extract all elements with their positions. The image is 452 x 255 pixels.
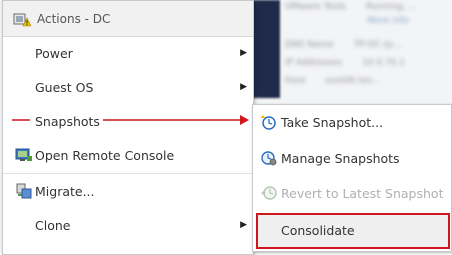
menu-item-label: Power: [35, 45, 73, 61]
menu-item-snapshots[interactable]: Snapshots ▶: [3, 104, 253, 138]
snapshots-submenu: Take Snapshot... Manage Snapshots Revert…: [252, 104, 452, 252]
submenu-item-consolidate[interactable]: Consolidate: [256, 213, 450, 249]
revert-snapshot-icon: [260, 185, 278, 201]
menu-item-open-remote-console[interactable]: Open Remote Console: [3, 138, 253, 172]
submenu-item-label: Take Snapshot...: [281, 114, 384, 130]
menu-item-guest-os[interactable]: Guest OS ▶: [3, 70, 253, 104]
bg-row: More info: [367, 16, 410, 26]
submenu-item-label: Manage Snapshots: [281, 150, 400, 166]
menu-header-title: Actions - DC: [37, 11, 111, 26]
remote-console-icon: [15, 147, 33, 163]
submenu-item-label: Revert to Latest Snapshot: [281, 185, 444, 201]
submenu-item-manage-snapshots[interactable]: Manage Snapshots: [253, 141, 451, 175]
menu-item-migrate[interactable]: Migrate...: [3, 174, 253, 208]
actions-menu: Actions - DC Power ▶ Guest OS ▶ Snapshot…: [2, 0, 254, 255]
submenu-item-label: Consolidate: [281, 223, 355, 238]
bg-row: VMware Tools Running, ...: [285, 2, 418, 12]
menu-item-power[interactable]: Power ▶: [3, 36, 253, 70]
menu-item-label: Clone: [35, 217, 71, 233]
menu-header: Actions - DC: [3, 1, 253, 37]
submenu-arrow-icon: ▶: [240, 220, 247, 230]
menu-item-label: Snapshots: [35, 113, 100, 129]
submenu-item-take-snapshot[interactable]: Take Snapshot...: [253, 105, 451, 139]
submenu-arrow-icon: ▶: [240, 82, 247, 92]
menu-item-label: Migrate...: [35, 183, 95, 199]
submenu-item-revert-to-latest-snapshot: Revert to Latest Snapshot: [253, 176, 451, 210]
background-details: VMware Tools Running, ... More info DNS N…: [285, 0, 452, 98]
bg-row: DNS Name TP-DC.tp...: [285, 40, 402, 50]
submenu-arrow-icon: ▶: [240, 116, 247, 126]
bg-row: IP Addresses 10.0.70.1: [285, 58, 405, 68]
take-snapshot-icon: [260, 114, 278, 130]
menu-item-label: Open Remote Console: [35, 147, 175, 163]
submenu-arrow-icon: ▶: [240, 48, 247, 58]
bg-row: Host esxi06.tes...: [285, 76, 381, 86]
vm-warning-icon: [13, 11, 32, 27]
menu-item-label: Guest OS: [35, 79, 94, 95]
manage-snapshots-icon: [260, 150, 278, 166]
migrate-icon: [15, 183, 33, 199]
menu-item-clone[interactable]: Clone ▶: [3, 208, 253, 242]
